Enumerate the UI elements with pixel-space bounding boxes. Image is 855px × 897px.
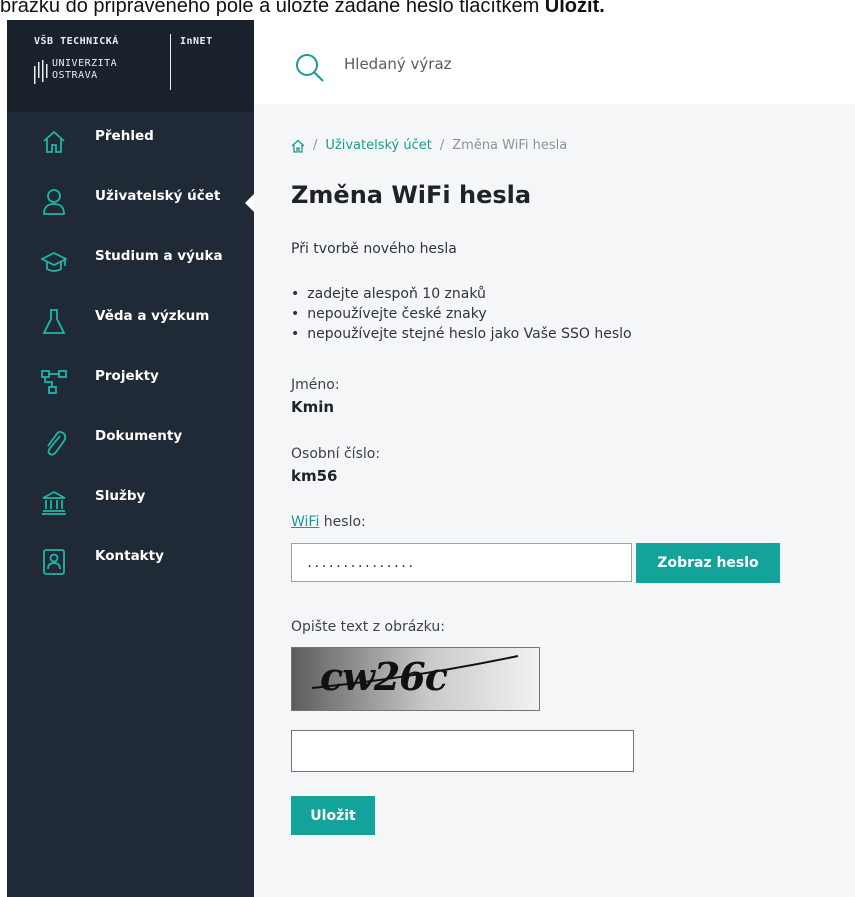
list-item: nepoužívejte stejné heslo jako Vaše SSO …	[291, 324, 631, 344]
breadcrumb-separator: /	[313, 138, 318, 153]
breadcrumb: / Uživatelský účet / Změna WiFi hesla	[291, 138, 567, 153]
document-top-text: brázku do připraveného pole a uložte zad…	[0, 0, 605, 17]
user-icon	[43, 189, 65, 215]
institution-icon	[42, 490, 66, 515]
sidebar-item-label: Přehled	[95, 128, 154, 144]
save-button[interactable]: Uložit	[291, 796, 375, 835]
sidebar-item-uzivatelsky-ucet[interactable]: Uživatelský účet	[7, 172, 254, 232]
personal-number-value: km56	[291, 467, 338, 485]
breadcrumb-link-uzivatelsky-ucet[interactable]: Uživatelský účet	[325, 138, 431, 153]
sidebar-item-projekty[interactable]: Projekty	[7, 352, 254, 412]
sidebar-item-label: Kontakty	[95, 548, 164, 564]
captcha-strike-line	[311, 655, 519, 689]
sidebar-item-label: Uživatelský účet	[95, 188, 221, 204]
captcha-image: cw26c	[291, 647, 540, 711]
sidebar-item-label: Služby	[95, 488, 146, 504]
vsb-bars-icon	[34, 60, 48, 84]
wifi-link[interactable]: WiFi	[291, 514, 319, 530]
sidebar-item-label: Projekty	[95, 368, 159, 384]
sidebar-item-dokumenty[interactable]: Dokumenty	[7, 412, 254, 472]
password-rules-intro: Při tvorbě nového hesla	[291, 241, 457, 257]
sidebar: VŠB TECHNICKÁ UNIVERZITA OSTRAVA InNET P…	[7, 20, 254, 897]
contact-card-icon	[43, 549, 65, 575]
logo-line-3: OSTRAVA	[52, 70, 98, 81]
name-label: Jméno:	[291, 377, 340, 393]
sidebar-item-sluzby[interactable]: Služby	[7, 472, 254, 532]
wifi-password-label: WiFi heslo:	[291, 514, 366, 530]
list-item: nepoužívejte české znaky	[291, 304, 632, 324]
sidebar-item-kontakty[interactable]: Kontakty	[7, 532, 254, 592]
main-content: / Uživatelský účet / Změna WiFi hesla Zm…	[254, 104, 855, 897]
sidebar-item-label: Studium a výuka	[95, 248, 223, 264]
search-icon[interactable]	[294, 52, 326, 84]
show-password-button[interactable]: Zobraz heslo	[636, 543, 780, 583]
sidebar-item-label: Dokumenty	[95, 428, 183, 444]
sidebar-item-veda[interactable]: Věda a výzkum	[7, 292, 254, 352]
product-name: InNET	[180, 36, 213, 47]
paperclip-icon	[47, 430, 67, 456]
captcha-label: Opište text z obrázku:	[291, 619, 445, 635]
sidebar-nav: Přehled Uživatelský účet Studium a výuka…	[7, 112, 254, 592]
home-icon	[43, 130, 65, 153]
wifi-password-field[interactable]: ...............	[291, 543, 632, 582]
home-icon[interactable]	[291, 139, 305, 153]
personal-number-label: Osobní číslo:	[291, 446, 381, 462]
logo-line-2: UNIVERZITA	[52, 58, 118, 69]
logo-line-1: VŠB TECHNICKÁ	[34, 36, 119, 47]
project-tree-icon	[41, 370, 67, 394]
breadcrumb-current: Změna WiFi hesla	[452, 138, 568, 153]
header	[254, 20, 855, 104]
sidebar-item-label: Věda a výzkum	[95, 308, 210, 324]
page-title: Změna WiFi hesla	[291, 181, 532, 209]
sidebar-item-studium[interactable]: Studium a výuka	[7, 232, 254, 292]
name-value: Kmin	[291, 398, 335, 416]
logo-divider	[170, 34, 171, 90]
logo[interactable]: VŠB TECHNICKÁ UNIVERZITA OSTRAVA InNET	[7, 20, 254, 112]
flask-icon	[42, 309, 66, 334]
password-rules-list: zadejte alespoň 10 znaků nepoužívejte če…	[291, 284, 632, 344]
active-indicator	[245, 194, 254, 212]
graduation-cap-icon	[41, 251, 67, 272]
search-input[interactable]	[342, 50, 826, 78]
list-item: zadejte alespoň 10 znaků	[291, 284, 632, 304]
sidebar-item-prehled[interactable]: Přehled	[7, 112, 254, 172]
captcha-input[interactable]	[291, 730, 634, 772]
breadcrumb-separator: /	[439, 138, 445, 153]
